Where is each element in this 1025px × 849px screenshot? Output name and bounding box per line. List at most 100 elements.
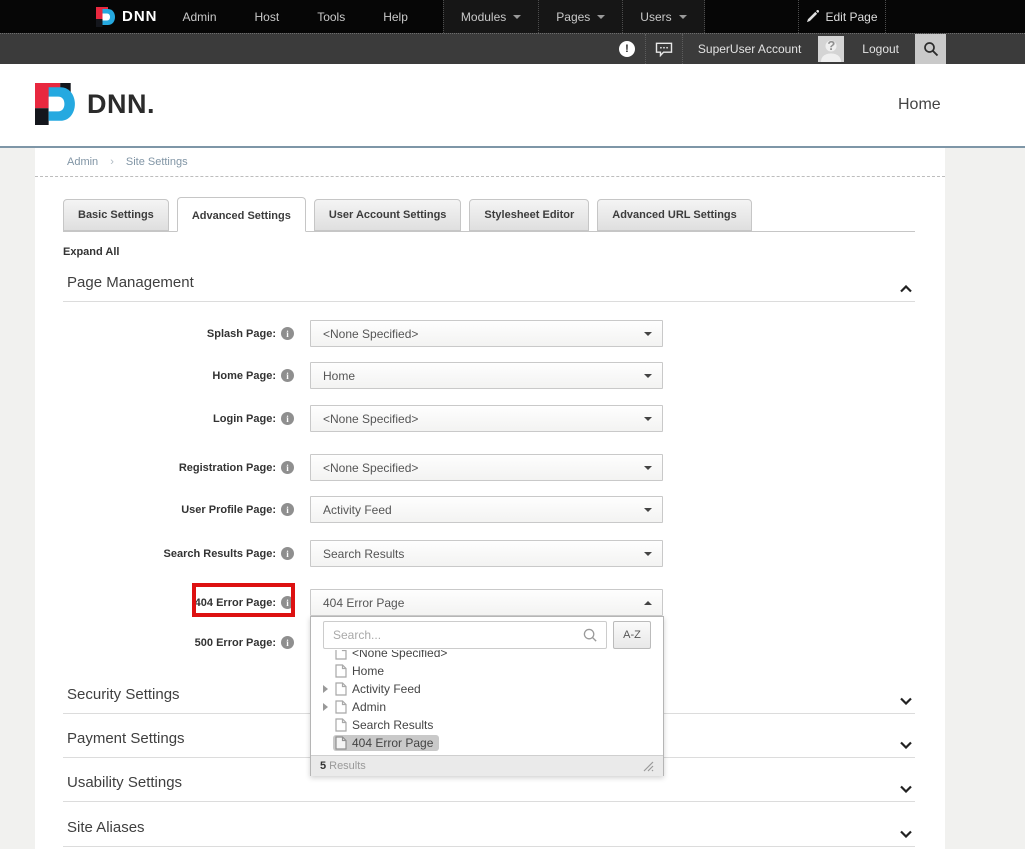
tree-item-admin[interactable]: Admin <box>311 698 663 716</box>
info-icon[interactable]: i <box>281 596 294 609</box>
menu-item-help[interactable]: Help <box>364 0 427 33</box>
messages-button[interactable] <box>646 34 683 64</box>
control-bar-menu: Admin Host Tools Help <box>164 0 427 33</box>
page-picker-footer: 5Results <box>311 755 663 776</box>
info-icon[interactable]: i <box>281 636 294 649</box>
field-label: Registration Page:i <box>35 454 294 481</box>
field-label: Login Page:i <box>35 405 294 432</box>
search-results-page-select[interactable]: Search Results <box>310 540 663 567</box>
resize-handle[interactable] <box>642 760 654 772</box>
menu-item-admin[interactable]: Admin <box>164 0 236 33</box>
breadcrumb-admin[interactable]: Admin <box>67 156 98 168</box>
page-icon <box>335 664 347 678</box>
dnn-logo-text: DNN <box>122 8 158 25</box>
question-mark-glyph: ? <box>827 38 835 53</box>
tree-item-activity-feed[interactable]: Activity Feed <box>311 680 663 698</box>
menu-item-tools[interactable]: Tools <box>298 0 364 33</box>
section-title: Payment Settings <box>67 730 185 747</box>
pencil-icon <box>806 10 819 23</box>
chevron-down-icon <box>644 417 652 421</box>
breadcrumb-site-settings[interactable]: Site Settings <box>126 156 188 168</box>
page-icon <box>335 682 347 696</box>
info-icon[interactable]: i <box>281 503 294 516</box>
field-label: Home Page:i <box>35 362 294 389</box>
splash-page-select[interactable]: <None Specified> <box>310 320 663 347</box>
section-site-aliases[interactable]: Site Aliases <box>63 819 915 847</box>
chevron-up-icon <box>644 601 652 605</box>
tree-item-404-error-page[interactable]: 404 Error Page <box>311 734 663 752</box>
superuser-account-link[interactable]: SuperUser Account <box>683 34 816 64</box>
form-row-user-profile-page: User Profile Page:i Activity Feed <box>35 496 887 523</box>
page-icon <box>335 718 347 732</box>
edit-page-button[interactable]: Edit Page <box>798 0 886 33</box>
chevron-down-icon <box>513 15 521 19</box>
error-404-page-combobox[interactable]: 404 Error Page <box>310 589 663 616</box>
tab-advanced-url-settings[interactable]: Advanced URL Settings <box>597 199 752 231</box>
form-row-404-error-page: 404 Error Page:i 404 Error Page <box>35 589 887 616</box>
menu-dropdown-users[interactable]: Users <box>623 0 704 33</box>
control-bar: DNN Admin Host Tools Help Modules Pages … <box>0 0 1025 33</box>
site-header: DNN. Home <box>0 64 1025 148</box>
chevron-down-icon <box>679 15 687 19</box>
field-label: User Profile Page:i <box>35 496 294 523</box>
tab-advanced-settings[interactable]: Advanced Settings <box>177 197 306 232</box>
info-icon[interactable]: i <box>281 327 294 340</box>
dnn-logo-small[interactable]: DNN <box>96 0 158 33</box>
chevron-down-icon <box>644 332 652 336</box>
section-title: Usability Settings <box>67 774 182 791</box>
field-label: 404 Error Page:i <box>35 589 294 616</box>
chevron-down-icon <box>597 15 605 19</box>
tree-item-home[interactable]: Home <box>311 662 663 680</box>
login-page-select[interactable]: <None Specified> <box>310 405 663 432</box>
dnn-logo-large[interactable]: DNN. <box>35 83 155 125</box>
section-usability-settings[interactable]: Usability Settings <box>63 774 915 802</box>
notifications-button[interactable]: ! <box>609 34 646 64</box>
site-settings-module: Admin › Site Settings Basic Settings Adv… <box>35 148 945 849</box>
home-page-select[interactable]: Home <box>310 362 663 389</box>
field-label: 500 Error Page:i <box>35 629 294 656</box>
alert-icon: ! <box>619 41 635 57</box>
chevron-down-icon <box>900 780 912 798</box>
page-tree: <None Specified> Home Activity Feed <box>311 650 663 754</box>
tree-item-search-results[interactable]: Search Results <box>311 716 663 734</box>
field-label: Splash Page:i <box>35 320 294 347</box>
user-avatar[interactable]: ? <box>816 34 846 64</box>
registration-page-select[interactable]: <None Specified> <box>310 454 663 481</box>
page-icon <box>335 736 347 750</box>
dnn-logo-icon <box>35 83 77 125</box>
utility-bar: ! SuperUser Account ? Logout <box>0 33 1025 64</box>
menu-dropdown-modules[interactable]: Modules <box>443 0 539 33</box>
page-picker-search-input[interactable] <box>323 621 607 649</box>
page-picker-dropdown: A-Z <None Specified> Home <box>310 616 664 776</box>
info-icon[interactable]: i <box>281 412 294 425</box>
logout-link[interactable]: Logout <box>846 34 915 64</box>
info-icon[interactable]: i <box>281 369 294 382</box>
nav-link-home[interactable]: Home <box>898 96 941 114</box>
chevron-down-icon <box>644 374 652 378</box>
info-icon[interactable]: i <box>281 461 294 474</box>
results-count: 5Results <box>320 760 366 772</box>
sort-az-button[interactable]: A-Z <box>613 621 651 649</box>
tree-expander-icon[interactable] <box>323 703 333 711</box>
tab-stylesheet-editor[interactable]: Stylesheet Editor <box>469 199 589 231</box>
tab-basic-settings[interactable]: Basic Settings <box>63 199 169 231</box>
menu-item-host[interactable]: Host <box>236 0 299 33</box>
user-profile-page-select[interactable]: Activity Feed <box>310 496 663 523</box>
tree-expander-icon[interactable] <box>323 685 333 693</box>
tab-user-account-settings[interactable]: User Account Settings <box>314 199 462 231</box>
chevron-down-icon <box>644 552 652 556</box>
form-row-registration-page: Registration Page:i <None Specified> <box>35 454 887 481</box>
section-page-management[interactable]: Page Management <box>63 274 915 302</box>
chevron-down-icon <box>900 825 912 843</box>
expand-all-link[interactable]: Expand All <box>63 246 119 258</box>
info-icon[interactable]: i <box>281 547 294 560</box>
control-bar-dropdowns: Modules Pages Users <box>443 0 705 33</box>
chevron-down-icon <box>644 508 652 512</box>
site-search-button[interactable] <box>915 34 946 64</box>
chevron-down-icon <box>900 692 912 710</box>
breadcrumb-separator: › <box>110 156 114 168</box>
chevron-down-icon <box>900 736 912 754</box>
search-icon <box>583 628 598 648</box>
tree-item-none-specified[interactable]: <None Specified> <box>311 650 663 662</box>
menu-dropdown-pages[interactable]: Pages <box>539 0 623 33</box>
